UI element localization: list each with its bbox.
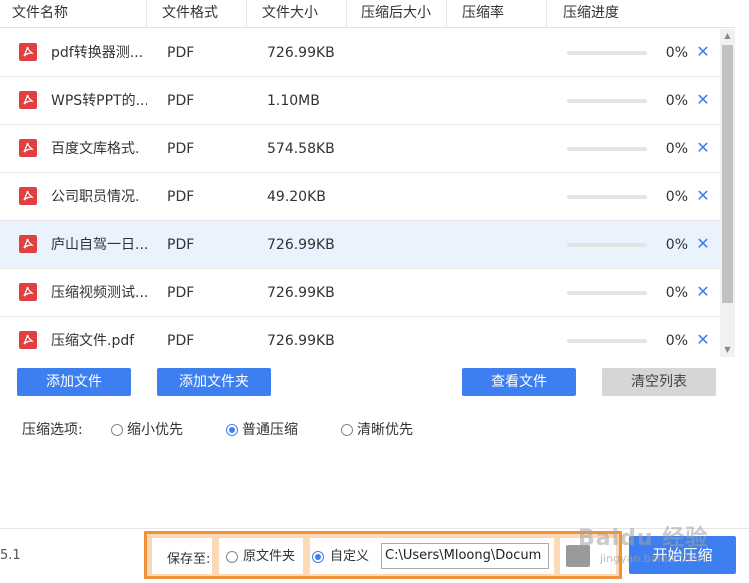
progress-bar — [567, 99, 647, 103]
delete-row-icon[interactable]: ✕ — [695, 140, 711, 156]
table-header: 文件名称 文件格式 文件大小 压缩后大小 压缩率 压缩进度 — [0, 0, 735, 28]
pdf-file-icon — [19, 331, 37, 349]
file-format: PDF — [167, 45, 195, 61]
delete-row-icon[interactable]: ✕ — [695, 44, 711, 60]
progress-percent: 0% — [665, 189, 688, 205]
file-name: 压缩视频测试... — [51, 285, 147, 301]
save-path-input[interactable]: C:\Users\Mloong\Docum — [381, 543, 549, 569]
pdf-file-icon — [19, 91, 37, 109]
radio-original-folder-label[interactable]: 原文件夹 — [243, 548, 295, 566]
baidu-watermark: Baidu 经验 — [578, 526, 709, 551]
clear-list-button[interactable]: 清空列表 — [602, 368, 716, 396]
delete-row-icon[interactable]: ✕ — [695, 92, 711, 108]
progress-bar — [567, 51, 647, 55]
pdf-file-icon — [19, 235, 37, 253]
pdf-file-icon — [19, 139, 37, 157]
file-size: 49.20KB — [267, 189, 326, 205]
table-row-selected[interactable]: 庐山自驾一日... PDF 726.99KB 0% ✕ — [0, 221, 720, 269]
file-format: PDF — [167, 237, 195, 253]
add-folder-button[interactable]: 添加文件夹 — [157, 368, 271, 396]
file-size: 726.99KB — [267, 285, 335, 301]
radio-original-folder[interactable] — [226, 551, 238, 563]
pdf-file-icon — [19, 187, 37, 205]
radio-clarity-first[interactable] — [341, 424, 353, 436]
progress-bar — [567, 195, 647, 199]
delete-row-icon[interactable]: ✕ — [695, 236, 711, 252]
file-name: 庐山自驾一日... — [51, 237, 147, 253]
radio-clarity-first-label[interactable]: 清晰优先 — [357, 421, 413, 439]
file-format: PDF — [167, 333, 195, 349]
table-row[interactable]: WPS转PPT的... PDF 1.10MB 0% ✕ — [0, 77, 720, 125]
header-file-name[interactable]: 文件名称 — [0, 0, 147, 28]
radio-custom-path[interactable] — [312, 551, 324, 563]
progress-percent: 0% — [665, 141, 688, 157]
delete-row-icon[interactable]: ✕ — [695, 332, 711, 348]
header-compress-ratio[interactable]: 压缩率 — [447, 0, 547, 28]
progress-bar — [567, 339, 647, 343]
baidu-watermark-url: jingyan.baidu.com — [600, 552, 702, 565]
scroll-up-arrow-icon[interactable]: ▲ — [720, 29, 735, 43]
pdf-file-icon — [19, 283, 37, 301]
file-format: PDF — [167, 285, 195, 301]
radio-normal-compress-label[interactable]: 普通压缩 — [242, 421, 298, 439]
file-size: 726.99KB — [267, 237, 335, 253]
table-row[interactable]: 压缩视频测试... PDF 726.99KB 0% ✕ — [0, 269, 720, 317]
version-label: 5.1 — [0, 548, 21, 563]
add-file-button[interactable]: 添加文件 — [17, 368, 131, 396]
file-format: PDF — [167, 93, 195, 109]
file-size: 574.58KB — [267, 141, 335, 157]
file-list[interactable]: pdf转换器测... PDF 726.99KB 0% ✕ WPS转PPT的...… — [0, 29, 720, 357]
table-row[interactable]: pdf转换器测... PDF 726.99KB 0% ✕ — [0, 29, 720, 77]
header-compress-progress[interactable]: 压缩进度 — [547, 0, 735, 28]
file-size: 1.10MB — [267, 93, 320, 109]
file-name: pdf转换器测... — [51, 45, 144, 61]
list-scrollbar[interactable]: ▲ ▼ — [720, 29, 735, 357]
table-row[interactable]: 公司职员情况. PDF 49.20KB 0% ✕ — [0, 173, 720, 221]
radio-custom-path-label[interactable]: 自定义 — [330, 548, 369, 566]
progress-percent: 0% — [665, 333, 688, 349]
file-format: PDF — [167, 189, 195, 205]
progress-bar — [567, 291, 647, 295]
file-size: 726.99KB — [267, 45, 335, 61]
scroll-down-arrow-icon[interactable]: ▼ — [720, 343, 735, 357]
table-row[interactable]: 百度文库格式. PDF 574.58KB 0% ✕ — [0, 125, 720, 173]
file-name: 公司职员情况. — [51, 189, 140, 205]
progress-bar — [567, 243, 647, 247]
radio-normal-compress[interactable] — [226, 424, 238, 436]
progress-percent: 0% — [665, 237, 688, 253]
progress-bar — [567, 147, 647, 151]
file-name: 压缩文件.pdf — [51, 333, 135, 349]
table-row[interactable]: 压缩文件.pdf PDF 726.99KB 0% ✕ — [0, 317, 720, 357]
compress-options-label: 压缩选项: — [22, 422, 83, 438]
file-name: 百度文库格式. — [51, 141, 140, 157]
pdf-file-icon — [19, 43, 37, 61]
save-to-label: 保存至: — [167, 552, 211, 567]
progress-percent: 0% — [665, 285, 688, 301]
header-file-format[interactable]: 文件格式 — [147, 0, 247, 28]
radio-smaller-first-label[interactable]: 缩小优先 — [127, 421, 183, 439]
progress-percent: 0% — [665, 93, 688, 109]
delete-row-icon[interactable]: ✕ — [695, 188, 711, 204]
scrollbar-thumb[interactable] — [722, 45, 733, 303]
delete-row-icon[interactable]: ✕ — [695, 284, 711, 300]
header-compressed-size[interactable]: 压缩后大小 — [347, 0, 447, 28]
view-files-button[interactable]: 查看文件 — [462, 368, 576, 396]
file-format: PDF — [167, 141, 195, 157]
radio-smaller-first[interactable] — [111, 424, 123, 436]
progress-percent: 0% — [665, 45, 688, 61]
file-name: WPS转PPT的... — [51, 93, 147, 109]
header-file-size[interactable]: 文件大小 — [247, 0, 347, 28]
file-size: 726.99KB — [267, 333, 335, 349]
